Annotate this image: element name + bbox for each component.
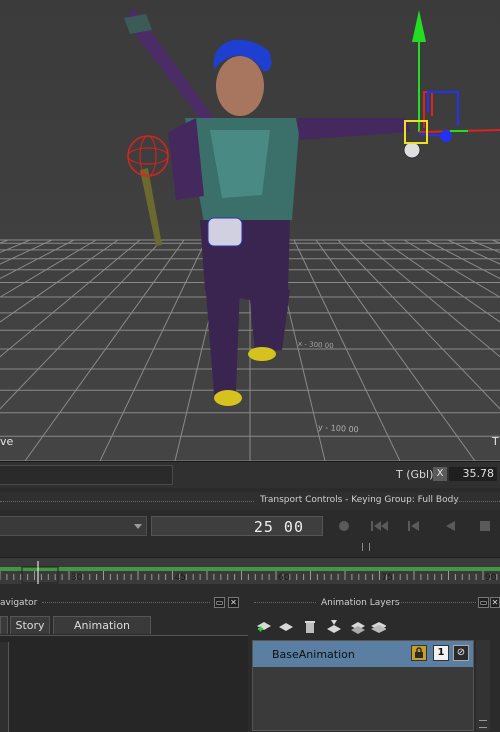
layer-row[interactable]: BaseAnimation 1 ⊘ xyxy=(253,641,473,667)
animation-layers-title: Animation Layers xyxy=(321,598,400,608)
record-icon[interactable] xyxy=(337,519,351,533)
float-panel-icon[interactable]: ▭ xyxy=(214,597,225,608)
viewport-label-right: T xyxy=(492,435,499,448)
lock-icon[interactable] xyxy=(411,645,427,661)
play-reverse-icon[interactable] xyxy=(443,519,457,533)
prev-key-icon[interactable] xyxy=(407,519,421,533)
layers-toolbar xyxy=(254,618,500,640)
chevron-down-icon xyxy=(134,524,142,529)
close-icon[interactable]: ✕ xyxy=(490,597,500,608)
transport-controls-header: Transport Controls - Keying Group: Full … xyxy=(0,492,500,510)
axis-selector[interactable]: X xyxy=(433,467,447,481)
tab-story[interactable]: Story xyxy=(10,616,50,634)
add-layer-icon[interactable] xyxy=(256,620,272,634)
timeline-tick-label: 30 xyxy=(71,573,83,583)
navigator-sidebar xyxy=(0,642,9,732)
tab-partial[interactable] xyxy=(0,616,8,634)
bottom-panels: avigator ▭ ✕ Animation Layers ▭ ✕ Story … xyxy=(0,592,500,732)
timeline[interactable]: 30 45 60 75 90 xyxy=(0,557,500,584)
merge-layer-icon[interactable] xyxy=(326,620,342,634)
scroll-grip[interactable] xyxy=(479,720,487,728)
viewport-scene xyxy=(0,0,500,461)
timeline-splitter[interactable] xyxy=(0,541,500,553)
navigator-tabs: Story Animation Trigger xyxy=(0,616,248,650)
close-icon[interactable]: ✕ xyxy=(228,597,239,608)
layers-list[interactable]: BaseAnimation 1 ⊘ xyxy=(252,640,474,731)
timeline-ruler[interactable]: 30 45 60 75 90 xyxy=(0,558,500,584)
panel-grip xyxy=(254,602,316,604)
timeline-tick-label: 90 xyxy=(485,573,497,583)
navigator-content[interactable] xyxy=(0,635,248,732)
panel-grip xyxy=(42,602,210,604)
header-grip xyxy=(0,501,254,503)
layers-scrollbar[interactable] xyxy=(476,640,490,731)
timeline-tick-label: 45 xyxy=(175,573,186,583)
duplicate-layer-icon[interactable] xyxy=(350,620,366,634)
navigator-title: avigator xyxy=(0,598,38,608)
current-frame-value: 25 00 xyxy=(253,518,304,536)
goto-start-icon[interactable] xyxy=(370,519,390,533)
stop-icon[interactable] xyxy=(478,519,492,533)
timeline-tick-label: 60 xyxy=(278,573,290,583)
mute-icon[interactable]: ⊘ xyxy=(453,645,469,661)
splitter-handle[interactable] xyxy=(362,543,370,551)
current-frame-field[interactable]: 25 00 xyxy=(151,516,323,536)
transform-space-label: T (Gbl) xyxy=(396,468,434,481)
axis-value-field[interactable]: 35.78 xyxy=(449,467,497,481)
layer-name: BaseAnimation xyxy=(272,648,355,661)
layers-stack-icon[interactable] xyxy=(370,620,386,634)
viewport-label-left: ve xyxy=(0,435,14,448)
tab-animation-trigger[interactable]: Animation Trigger xyxy=(53,616,151,650)
panel-grip xyxy=(396,602,476,604)
float-panel-icon[interactable]: ▭ xyxy=(478,597,489,608)
delete-layer-icon[interactable] xyxy=(302,620,318,634)
transport-title: Transport Controls - Keying Group: Full … xyxy=(260,495,459,505)
timeline-tick-label: 75 xyxy=(382,573,393,583)
layer-icon[interactable] xyxy=(278,620,294,634)
header-grip xyxy=(452,501,500,503)
viewport-info-field[interactable] xyxy=(0,465,173,485)
coordinate-bar: T (Gbl) X 35.78 xyxy=(0,461,500,488)
3d-viewport[interactable]: ve T y - 100 00 x - 300 00 xyxy=(0,0,500,461)
solo-layer-button[interactable]: 1 xyxy=(433,645,449,661)
timeline-key-strip xyxy=(0,567,500,571)
transport-controls: 25 00 xyxy=(0,513,500,539)
take-dropdown[interactable] xyxy=(0,516,147,536)
